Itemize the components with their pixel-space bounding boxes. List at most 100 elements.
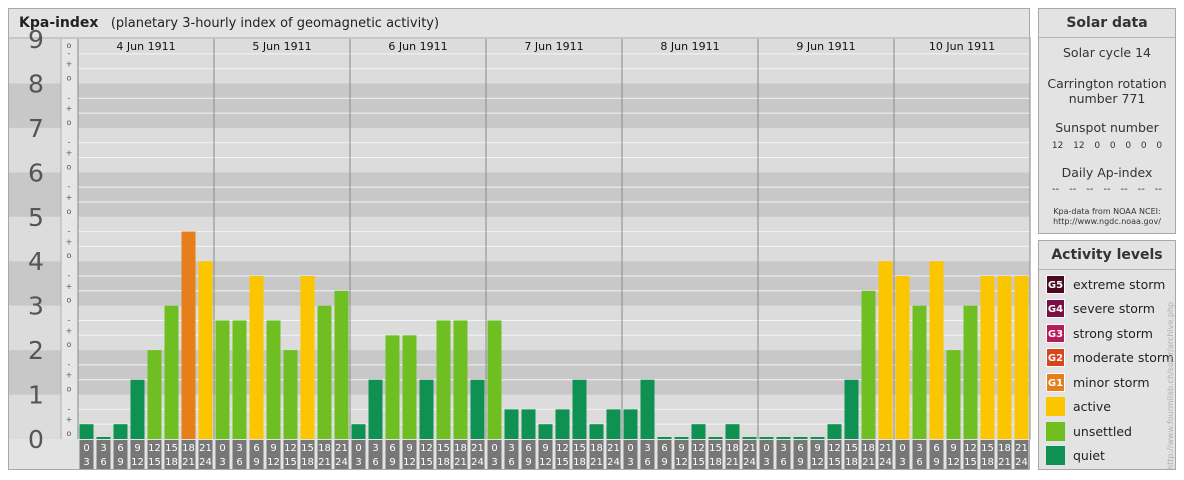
- credit-text: http://www.fourmilab.ch/solar/archive.ph…: [1166, 301, 1175, 470]
- activity-levels-list: G5 extreme storm G4 severe storm G3 strong st…: [1039, 270, 1175, 468]
- hour-tick-start: 0: [627, 443, 633, 454]
- hour-tick-start: 18: [318, 443, 331, 454]
- hour-tick-end: 24: [879, 457, 892, 468]
- activity-levels-panel: Activity levels G5 extreme storm G4 severe …: [1038, 240, 1176, 470]
- y-tick-label: 8: [28, 69, 44, 98]
- minor-tick-label: +: [66, 149, 73, 158]
- hour-tick-end: 12: [131, 457, 144, 468]
- hour-tick-start: 15: [709, 443, 722, 454]
- hour-tick-end: 6: [236, 457, 242, 468]
- hour-tick-end: 21: [318, 457, 331, 468]
- hour-tick-end: 18: [437, 457, 450, 468]
- hour-tick-start: 9: [950, 443, 956, 454]
- kp-bar: [351, 424, 366, 439]
- hour-tick-end: 15: [828, 457, 841, 468]
- hour-tick-end: 15: [148, 457, 161, 468]
- source-link[interactable]: http://www.ngdc.noaa.gov/: [1039, 217, 1175, 227]
- kp-bar: [1014, 276, 1029, 439]
- legend-swatch: G4: [1046, 299, 1065, 319]
- hour-tick-start: 6: [661, 443, 667, 454]
- kp-bar: [487, 320, 502, 439]
- kp-bar: [538, 424, 553, 439]
- ap-value: --: [1051, 184, 1060, 195]
- data-source: Kpa-data from NOAA NCEI: http://www.ngdc…: [1039, 207, 1175, 227]
- kp-bar: [742, 437, 757, 439]
- minor-tick-label: o: [67, 118, 72, 127]
- legend-item: G3 strong storm: [1039, 321, 1175, 346]
- hour-tick-start: 12: [828, 443, 841, 454]
- hour-tick-end: 15: [964, 457, 977, 468]
- legend-item: active: [1039, 395, 1175, 420]
- legend-swatch: G1: [1046, 372, 1065, 392]
- ap-value: --: [1120, 184, 1128, 195]
- kp-bar: [419, 379, 434, 439]
- activity-levels-title: Activity levels: [1039, 241, 1175, 270]
- hour-tick-end: 12: [675, 457, 688, 468]
- hour-tick-end: 15: [692, 457, 705, 468]
- minor-tick-label: -: [68, 404, 71, 413]
- legend-item: G1 minor storm: [1039, 370, 1175, 395]
- kp-bar: [674, 437, 689, 439]
- minor-tick-label: +: [66, 326, 73, 335]
- minor-tick-label: -: [68, 360, 71, 369]
- carrington-line2: number 771: [1068, 91, 1146, 106]
- legend-label: quiet: [1073, 448, 1105, 464]
- kp-bar: [725, 424, 740, 439]
- sunspot-values: 12 12 0 0 0 0 0: [1039, 141, 1175, 151]
- solar-cycle: Solar cycle 14: [1062, 45, 1151, 60]
- legend-label: strong storm: [1073, 325, 1153, 341]
- legend-label: unsettled: [1073, 423, 1132, 439]
- y-tick-label: 2: [28, 336, 44, 365]
- hour-tick-end: 18: [709, 457, 722, 468]
- hour-tick-start: 6: [933, 443, 939, 454]
- kp-bar: [946, 350, 961, 439]
- ap-label: Daily Ap-index: [1061, 165, 1153, 180]
- kp-bar: [113, 424, 128, 439]
- hour-tick-end: 24: [607, 457, 620, 468]
- solar-data-title: Solar data: [1039, 9, 1175, 38]
- y-tick-label: 5: [28, 203, 44, 232]
- hour-tick-end: 9: [933, 457, 939, 468]
- kp-bar: [640, 379, 655, 439]
- hour-tick-end: 6: [508, 457, 514, 468]
- hour-tick-end: 18: [845, 457, 858, 468]
- hour-tick-end: 6: [100, 457, 106, 468]
- hour-tick-start: 6: [253, 443, 259, 454]
- minor-tick-label: +: [66, 282, 73, 291]
- hour-tick-start: 9: [270, 443, 276, 454]
- legend-label: moderate storm: [1073, 350, 1174, 366]
- sunspot-value: 0: [1125, 141, 1132, 151]
- kp-bar: [997, 276, 1012, 439]
- hour-tick-start: 18: [454, 443, 467, 454]
- sunspot-label: Sunspot number: [1055, 120, 1159, 135]
- hour-tick-start: 3: [236, 443, 242, 454]
- y-tick-label: 3: [28, 292, 44, 321]
- solar-data-panel: Solar data Solar cycle 14 Carrington rot…: [1038, 8, 1176, 234]
- hour-tick-start: 15: [165, 443, 178, 454]
- hour-tick-start: 0: [219, 443, 225, 454]
- grid-band: [78, 216, 1030, 262]
- day-label: 5 Jun 1911: [252, 40, 311, 53]
- kpa-bar-chart: o+-o+-o+-o+-o+-o+-o+-o+-o+-o0123456789 4 …: [9, 25, 1031, 469]
- kp-bar: [181, 231, 196, 439]
- kp-bar: [368, 379, 383, 439]
- hour-tick-start: 6: [117, 443, 123, 454]
- sunspot-value: 0: [1094, 141, 1101, 151]
- kp-bar: [300, 276, 315, 439]
- kp-bar: [606, 409, 621, 439]
- kp-bar: [130, 379, 145, 439]
- minor-tick-label: -: [68, 182, 71, 191]
- hour-tick-end: 12: [947, 457, 960, 468]
- sunspot-value: 12: [1073, 141, 1085, 151]
- legend-swatch: G3: [1046, 323, 1065, 343]
- hour-tick-end: 21: [726, 457, 739, 468]
- hour-tick-end: 12: [267, 457, 280, 468]
- minor-tick-label: o: [67, 41, 72, 50]
- legend-swatch: [1046, 446, 1065, 466]
- minor-tick-label: o: [67, 429, 72, 438]
- hour-tick-end: 9: [389, 457, 395, 468]
- minor-tick-label: o: [67, 207, 72, 216]
- ap-value: --: [1069, 184, 1077, 195]
- kp-bar: [249, 276, 264, 439]
- kp-bar: [555, 409, 570, 439]
